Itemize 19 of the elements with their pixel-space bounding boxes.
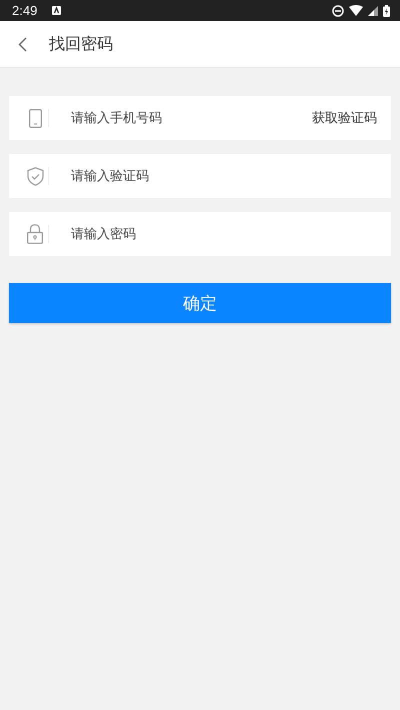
notification-icon (52, 6, 62, 15)
text-input[interactable]: 请输入手机号码 (71, 110, 312, 126)
text-input[interactable]: 请输入验证码 (71, 168, 377, 184)
input-field[interactable]: 请输入密码 (9, 212, 391, 256)
text-input[interactable]: 请输入密码 (71, 226, 377, 242)
wifi-icon (349, 5, 363, 16)
back-icon[interactable] (18, 36, 27, 52)
lock-icon (27, 224, 43, 244)
do-not-disturb-icon (332, 4, 344, 16)
page-title: 找回密码 (49, 34, 113, 54)
get-code-button[interactable]: 获取验证码 (312, 109, 377, 127)
confirm-button[interactable]: 确定 (9, 283, 391, 323)
signal-icon (368, 6, 378, 16)
shield-check-icon (26, 166, 44, 186)
input-field[interactable]: 请输入手机号码 获取验证码 (9, 96, 391, 140)
battery-icon (383, 4, 390, 16)
status-time: 2:49 (12, 3, 38, 18)
phone-icon (28, 108, 42, 128)
input-field[interactable]: 请输入验证码 (9, 154, 391, 198)
